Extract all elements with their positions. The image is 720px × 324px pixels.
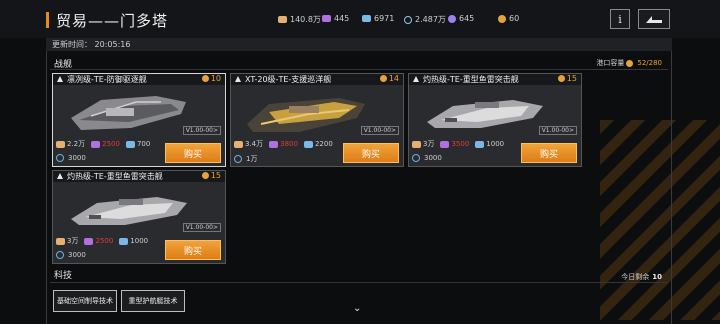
ship-version: V1.00-00> <box>538 126 577 135</box>
info-button[interactable]: i <box>610 9 630 29</box>
ship-build-time: 3000 <box>412 154 442 162</box>
buy-button[interactable]: 购买 <box>165 240 221 260</box>
ship-cost: 3.4万 3800 2200 <box>234 139 339 149</box>
metal-icon <box>303 140 313 148</box>
divider <box>50 69 668 70</box>
ship-level: 15 <box>200 171 221 180</box>
credits-icon <box>56 237 65 245</box>
clock-icon <box>56 154 64 162</box>
ship-image <box>71 96 186 130</box>
ship-level: 10 <box>200 74 221 83</box>
credits-icon <box>412 140 421 148</box>
ship-card[interactable]: 灼热级-TE-重型鱼雷突击舰 15 V1.00-00> 3万 3500 1000… <box>408 73 582 167</box>
ship-version: V1.00-00> <box>360 126 399 135</box>
update-time: 更新时间： 20:05:16 <box>46 38 672 51</box>
ship-class-icon <box>413 76 419 82</box>
credits-icon <box>56 140 65 148</box>
ship-card[interactable]: 灼热级-TE-重型鱼雷突击舰 15 V1.00-00> 3万 2500 1000… <box>52 170 226 264</box>
port-capacity: 港口容量 52/280 <box>596 59 662 67</box>
level-icon <box>201 172 209 179</box>
ship-image <box>247 98 365 132</box>
back-button[interactable] <box>638 9 670 29</box>
ship-card[interactable]: 凛冽级-TE-防御驱逐舰 10 V1.00-00> 2.2万 2500 700 … <box>52 73 226 167</box>
ship-image <box>427 100 543 128</box>
crystal-icon <box>440 140 450 148</box>
resource-credits: 140.8万 <box>278 14 321 25</box>
tech-item-heavy-escort[interactable]: 重型护航艇技术 <box>121 290 185 312</box>
buy-button[interactable]: 购买 <box>165 143 221 163</box>
ship-cost: 3万 3500 1000 <box>412 139 510 149</box>
crystal-icon <box>84 237 94 245</box>
gem-icon <box>448 14 456 23</box>
tech-item-space-guidance[interactable]: 基础空间制导技术 <box>53 290 117 312</box>
today-remaining: 今日剩余 10 <box>621 273 662 281</box>
ship-version: V1.00-00> <box>182 223 221 232</box>
buy-button[interactable]: 购买 <box>521 143 577 163</box>
resource-metal: 6971 <box>362 14 394 23</box>
level-icon <box>201 75 209 82</box>
ship-class-icon <box>57 173 63 179</box>
divider <box>50 282 668 283</box>
clock-icon <box>56 251 64 259</box>
tech-section-title: 科技 <box>54 271 73 281</box>
metal-icon <box>119 237 129 245</box>
ship-level: 14 <box>378 74 399 83</box>
ship-cost: 2.2万 2500 700 <box>56 139 156 149</box>
gold-coin-icon <box>498 14 506 23</box>
ship-class-icon <box>235 76 241 82</box>
ship-image <box>71 197 187 225</box>
resource-energy: 2.487万 <box>404 14 446 25</box>
metal-icon <box>125 140 135 148</box>
ship-card[interactable]: XT-20级-TE-支援巡洋舰 14 V1.00-00> 3.4万 3800 2… <box>230 73 404 167</box>
resource-gem: 645 <box>448 14 474 23</box>
clock-icon <box>412 154 420 162</box>
resource-crystal: 445 <box>322 14 349 23</box>
capacity-icon <box>626 59 634 67</box>
level-icon <box>379 75 387 82</box>
ship-build-time: 3000 <box>56 154 86 162</box>
credits-icon <box>278 16 287 23</box>
crystal-icon <box>269 140 279 148</box>
top-bar: 贸易——门多塔 140.8万 445 6971 2.487万 645 60 i <box>0 0 720 38</box>
crystal-icon <box>322 15 331 22</box>
resource-gold: 60 <box>498 14 519 23</box>
ship-class-icon <box>57 76 63 82</box>
ship-version: V1.00-00> <box>182 126 221 135</box>
level-icon <box>557 75 565 82</box>
buy-button[interactable]: 购买 <box>343 143 399 163</box>
metal-icon <box>475 140 485 148</box>
metal-icon <box>362 15 371 22</box>
clock-icon <box>234 155 242 163</box>
ship-build-time: 1万 <box>234 154 257 164</box>
energy-icon <box>404 15 412 24</box>
ship-cost: 3万 2500 1000 <box>56 236 154 246</box>
ship-level: 15 <box>556 74 577 83</box>
page-title: 贸易——门多塔 <box>56 12 169 30</box>
title-accent <box>46 12 49 28</box>
ship-build-time: 3000 <box>56 251 86 259</box>
back-icon <box>646 16 662 23</box>
crystal-icon <box>91 140 101 148</box>
chevron-down-icon[interactable]: ⌄ <box>353 303 361 314</box>
credits-icon <box>234 140 243 148</box>
